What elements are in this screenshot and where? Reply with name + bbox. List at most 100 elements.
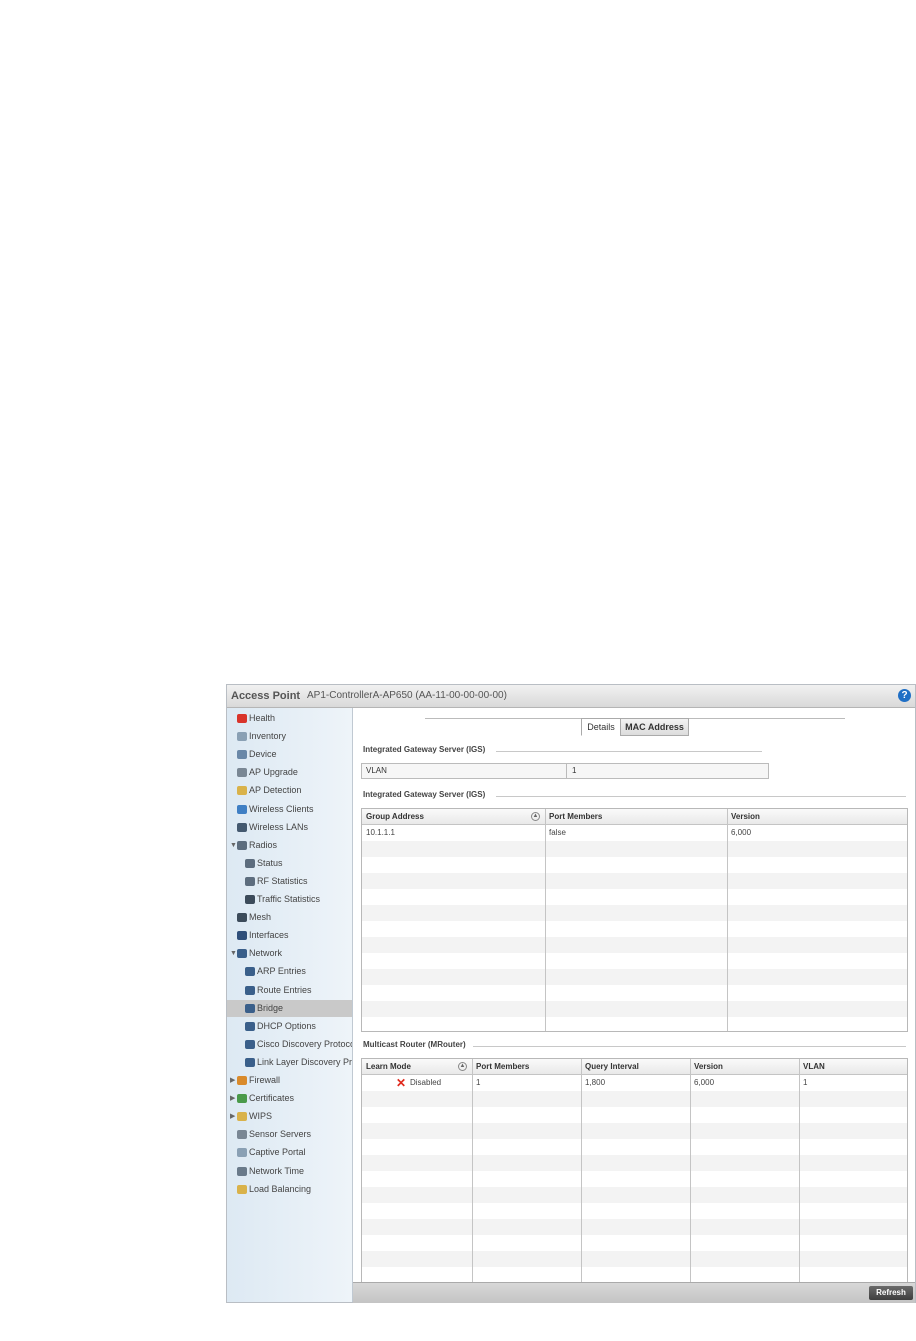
igs-summary-title: Integrated Gateway Server (IGS) [363, 745, 486, 754]
sidebar-item-rf-statistics[interactable]: RF Statistics [227, 873, 352, 890]
sidebar-item-label: Load Balancing [249, 1183, 312, 1194]
column-header[interactable]: Group Address [362, 809, 545, 824]
ap-upgrade-icon [237, 768, 247, 778]
sidebar-item-label: AP Detection [249, 785, 302, 796]
tab-mac-address[interactable]: MAC Address [620, 718, 689, 736]
expand-arrow-icon[interactable]: ▼ [230, 837, 237, 854]
sidebar-item-label: Device [249, 749, 277, 760]
sidebar-item-ap-detection[interactable]: AP Detection [227, 782, 352, 799]
table-cell: 10.1.1.1 [366, 828, 395, 837]
health-icon [237, 714, 247, 723]
table-row [362, 905, 907, 921]
refresh-button[interactable]: Refresh [869, 1286, 913, 1300]
table-row [362, 1235, 907, 1251]
sidebar-item-dhcp-options[interactable]: DHCP Options [227, 1018, 352, 1035]
table-row[interactable]: Disabled 1 1,800 6,000 1 ✕ [362, 1075, 907, 1091]
sidebar-item-wireless-lans[interactable]: Wireless LANs [227, 819, 352, 836]
sidebar-item-firewall[interactable]: ▶ Firewall [227, 1072, 352, 1089]
column-header[interactable]: VLAN [799, 1059, 907, 1074]
sidebar-item-device[interactable]: Device [227, 746, 352, 763]
sidebar-item-status[interactable]: Status [227, 855, 352, 872]
sensor-servers-icon [237, 1130, 247, 1140]
column-divider [690, 1059, 691, 1283]
expand-arrow-icon[interactable]: ▼ [230, 945, 237, 962]
table-row [362, 857, 907, 873]
sidebar-item-health[interactable]: Health [227, 710, 352, 727]
dhcp-options-icon [245, 1021, 255, 1031]
sidebar-item-label: Bridge [257, 1002, 284, 1013]
sidebar-item-traffic-statistics[interactable]: Traffic Statistics [227, 891, 352, 908]
table-row [362, 873, 907, 889]
sidebar-item-network-time[interactable]: Network Time [227, 1163, 352, 1180]
column-header[interactable]: Version [727, 809, 907, 824]
table-row [362, 1267, 907, 1283]
column-header[interactable]: Query Interval [581, 1059, 690, 1074]
help-icon[interactable]: ? [898, 689, 911, 702]
ap-detection-icon [237, 786, 247, 796]
load-balancing-icon [237, 1184, 247, 1194]
sidebar-item-wips[interactable]: ▶ WIPS [227, 1108, 352, 1125]
column-divider [472, 1059, 473, 1283]
sidebar-item-captive-portal[interactable]: Captive Portal [227, 1144, 352, 1161]
traffic-statistics-icon [245, 895, 255, 904]
tab-details[interactable]: Details [581, 718, 621, 736]
sidebar-item-link-layer-discovery[interactable]: Link Layer Discovery Pr [227, 1054, 352, 1071]
table-row [362, 841, 907, 857]
sidebar-item-radios[interactable]: ▼ Radios [227, 837, 352, 854]
sidebar-item-network[interactable]: ▼ Network [227, 945, 352, 962]
table-row [362, 1171, 907, 1187]
collapse-arrow-icon[interactable]: ▶ [230, 1090, 235, 1107]
collapse-arrow-icon[interactable]: ▶ [230, 1108, 235, 1125]
sidebar-item-inventory[interactable]: Inventory [227, 728, 352, 745]
column-header[interactable]: Port Members [472, 1059, 581, 1074]
route-entries-icon [245, 985, 255, 995]
network-time-icon [237, 1166, 247, 1176]
sidebar-item-label: ARP Entries [257, 966, 306, 977]
device-icon [237, 750, 247, 760]
sidebar-item-bridge[interactable]: Bridge [227, 999, 352, 1017]
interfaces-icon [237, 931, 247, 941]
section-divider [496, 796, 906, 797]
wireless-lans-icon [237, 822, 247, 832]
sidebar-item-ap-upgrade[interactable]: AP Upgrade [227, 764, 352, 781]
sidebar-item-certificates[interactable]: ▶ Certificates [227, 1090, 352, 1107]
table-cell: false [549, 828, 566, 837]
sidebar-item-label: Wireless LANs [249, 821, 309, 832]
column-header[interactable]: Version [690, 1059, 799, 1074]
window-header: Access Point AP1-ControllerA-AP650 (AA-1… [227, 685, 915, 708]
table-row[interactable]: 10.1.1.1 false 6,000 [362, 825, 907, 841]
table-cell: 6,000 [694, 1078, 715, 1087]
table-row [362, 1107, 907, 1123]
sidebar-item-wireless-clients[interactable]: Wireless Clients [227, 801, 352, 818]
vlan-value: 1 [572, 766, 577, 775]
sidebar-item-sensor-servers[interactable]: Sensor Servers [227, 1126, 352, 1143]
sidebar-item-label: Interfaces [249, 930, 289, 941]
sidebar-item-cisco-discovery[interactable]: Cisco Discovery Protoco [227, 1036, 352, 1053]
sort-icon[interactable]: ▲ [531, 812, 540, 821]
column-header[interactable]: Port Members [545, 809, 727, 824]
table-row [362, 1203, 907, 1219]
sidebar-item-arp-entries[interactable]: ARP Entries [227, 963, 352, 980]
igs-table-title: Integrated Gateway Server (IGS) [363, 790, 486, 799]
sidebar-item-load-balancing[interactable]: Load Balancing [227, 1181, 352, 1198]
table-cell: 1,800 [585, 1078, 606, 1087]
certificates-icon [237, 1094, 247, 1104]
sidebar-item-label: AP Upgrade [249, 767, 298, 778]
cell-divider [566, 764, 567, 778]
sidebar-nav: Health Inventory Device AP Upgrade AP Detect… [227, 708, 353, 1302]
sidebar-item-mesh[interactable]: Mesh [227, 909, 352, 926]
sidebar-item-route-entries[interactable]: Route Entries [227, 982, 352, 999]
collapse-arrow-icon[interactable]: ▶ [230, 1072, 235, 1089]
column-header[interactable]: Learn Mode [362, 1059, 472, 1074]
sidebar-item-label: RF Statistics [257, 875, 308, 886]
table-cell: 1 [476, 1078, 481, 1087]
mesh-icon [237, 913, 247, 923]
mrouter-table: Learn Mode ▲ Port Members Query Interval Ver… [361, 1058, 908, 1284]
bridge-icon [245, 1003, 255, 1013]
sidebar-item-label: Inventory [249, 731, 287, 742]
column-divider [545, 809, 546, 1031]
sidebar-item-label: Wireless Clients [249, 803, 314, 814]
table-row [362, 1123, 907, 1139]
sidebar-item-interfaces[interactable]: Interfaces [227, 927, 352, 944]
sort-icon[interactable]: ▲ [458, 1062, 467, 1071]
